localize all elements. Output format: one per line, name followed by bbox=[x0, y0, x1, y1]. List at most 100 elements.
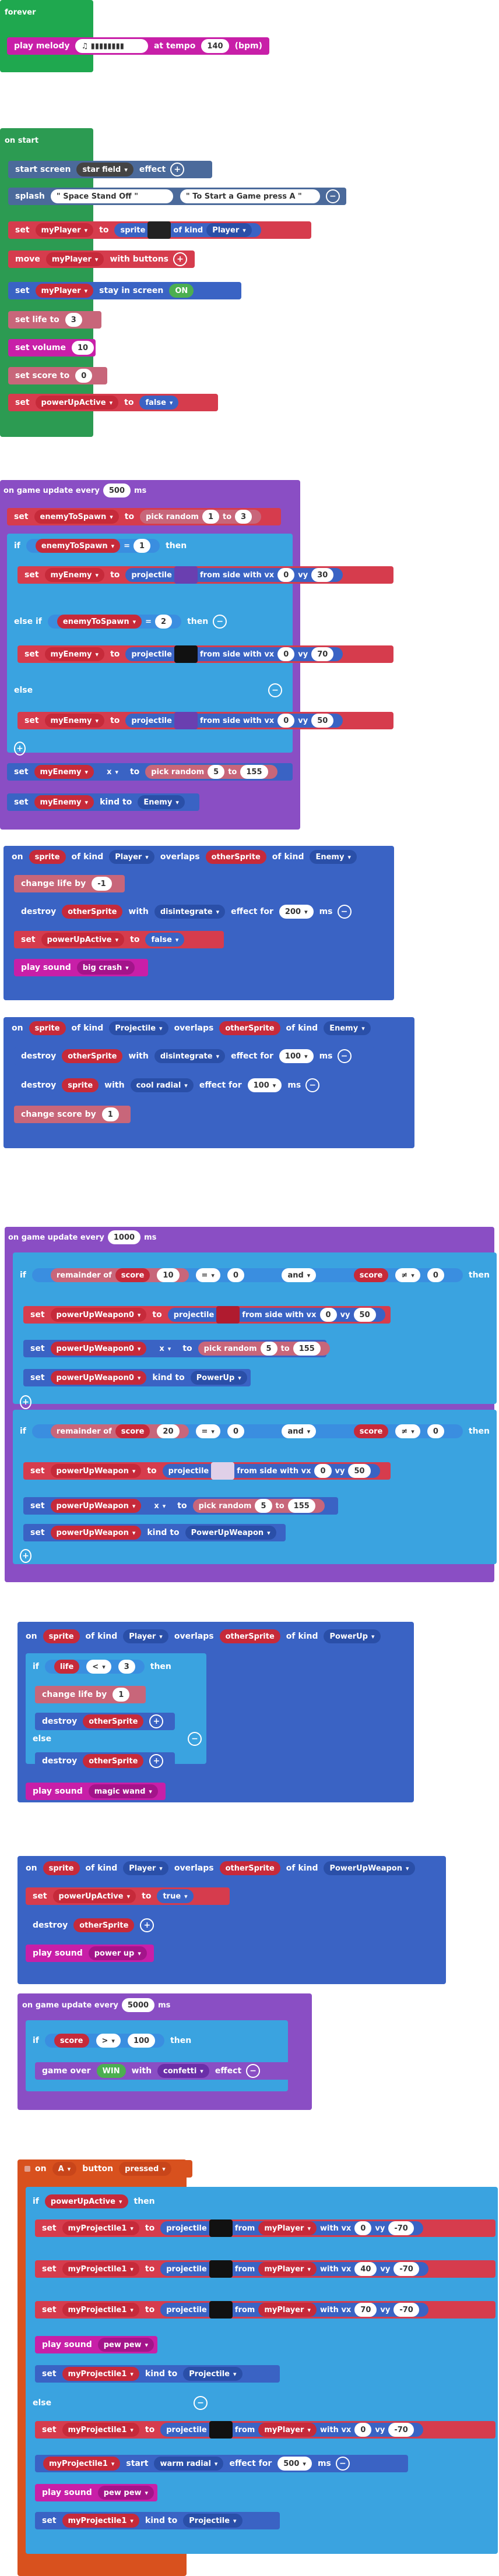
vy-input[interactable]: -70 bbox=[393, 2303, 419, 2317]
value-input[interactable]: 0 bbox=[227, 1268, 244, 1282]
kind-dropdown[interactable]: PowerUp bbox=[324, 1629, 381, 1643]
x-dropdown[interactable]: x bbox=[148, 1499, 172, 1513]
if-header[interactable]: if life <3 then bbox=[26, 1658, 206, 1675]
set-powerupweapon0-block[interactable]: set powerUpWeapon0 to projectile from sid… bbox=[23, 1306, 391, 1324]
vx-input[interactable]: 0 bbox=[277, 568, 295, 582]
start-effect-block[interactable]: myProjectile1 start warm radial effect f… bbox=[35, 2455, 408, 2472]
score-var[interactable]: score bbox=[353, 1424, 389, 1438]
set-myplayer-block[interactable]: set myPlayer to sprite of kindPlayer bbox=[8, 221, 311, 239]
pick-random-reporter[interactable]: pick random 5 to 155 bbox=[198, 1342, 330, 1356]
if-header[interactable]: if remainder ofscore10=0 and score≠0 the… bbox=[13, 1266, 497, 1284]
set-myprojectile1-kind-block[interactable]: set myProjectile1 kind to Projectile bbox=[35, 2512, 280, 2529]
destroy-block[interactable]: destroy otherSprite + bbox=[35, 1752, 175, 1770]
splash-subtitle-input[interactable]: " To Start a Game press A " bbox=[180, 189, 320, 203]
expand-plus-icon[interactable]: + bbox=[170, 163, 185, 177]
value-input[interactable]: 0 bbox=[227, 1424, 244, 1438]
value-input[interactable]: 2 bbox=[155, 615, 173, 629]
othersprite-param[interactable]: otherSprite bbox=[205, 850, 266, 864]
vy-input[interactable]: 50 bbox=[311, 714, 334, 728]
powerupweapon-var[interactable]: powerUpWeapon bbox=[50, 1526, 142, 1540]
random-min-input[interactable]: 5 bbox=[260, 1342, 277, 1356]
vx-input[interactable]: 0 bbox=[277, 647, 295, 661]
othersprite-param[interactable]: otherSprite bbox=[62, 905, 123, 919]
value-input[interactable]: 100 bbox=[127, 2034, 156, 2048]
win-toggle[interactable]: WIN bbox=[96, 2064, 126, 2078]
eq-op[interactable]: = bbox=[145, 617, 152, 626]
false-dropdown[interactable]: false bbox=[145, 933, 185, 947]
score-neq-cond[interactable]: score ≠ 0 bbox=[344, 1424, 454, 1438]
myplayer-var[interactable]: myPlayer bbox=[258, 2423, 317, 2437]
if-header[interactable]: if remainder ofscore20=0 and score≠0 the… bbox=[13, 1423, 497, 1440]
else-if-header[interactable]: else if enemyToSpawn=2 then − bbox=[7, 613, 287, 630]
myplayer-var[interactable]: myPlayer bbox=[35, 223, 94, 237]
splash-block[interactable]: splash " Space Stand Off " " To Start a … bbox=[8, 188, 346, 205]
myprojectile1-var[interactable]: myProjectile1 bbox=[62, 2423, 139, 2437]
sound-dropdown[interactable]: pew pew bbox=[97, 2338, 154, 2352]
game-over-block[interactable]: game over WIN with confetti effect − bbox=[35, 2062, 303, 2080]
duration-input[interactable]: 100 bbox=[279, 1049, 314, 1063]
set-myenemy-kind-block[interactable]: set myEnemy kind to Enemy bbox=[7, 793, 199, 811]
mod-input[interactable]: 10 bbox=[157, 1268, 180, 1282]
if-header[interactable]: if score >100 then bbox=[26, 2032, 288, 2049]
sprite-param[interactable]: sprite bbox=[43, 1629, 80, 1643]
value-input[interactable]: 1 bbox=[133, 539, 151, 553]
set-myprojectile1-block[interactable]: set myProjectile1 to projectile frommyPla… bbox=[35, 2260, 496, 2278]
play-melody-block[interactable]: play melody ♫ ▮▮▮▮▮▮▮▮ at tempo 140 (bpm… bbox=[7, 37, 269, 55]
othersprite-param[interactable]: otherSprite bbox=[83, 1754, 144, 1768]
heart-image-icon[interactable] bbox=[216, 1306, 240, 1324]
vy-input[interactable]: 30 bbox=[311, 568, 334, 582]
myplayer-var[interactable]: myPlayer bbox=[258, 2262, 317, 2276]
effect-dropdown[interactable]: disintegrate bbox=[154, 905, 226, 919]
projectile-reporter[interactable]: projectile from side with vx 0 vy 70 bbox=[125, 645, 343, 663]
add-plus-icon[interactable]: + bbox=[20, 1395, 31, 1409]
overlap-header[interactable]: on sprite of kind Player overlaps otherS… bbox=[19, 1628, 415, 1645]
score-delta-input[interactable]: 1 bbox=[101, 1107, 119, 1121]
life-delta-input[interactable]: 1 bbox=[113, 1688, 130, 1702]
collapse-minus-icon[interactable]: − bbox=[188, 1732, 202, 1746]
vx-input[interactable]: 70 bbox=[354, 2303, 377, 2317]
else-header[interactable]: else − bbox=[26, 1730, 206, 1748]
set-powerupweapon-kind-block[interactable]: set powerUpWeapon kind to PowerUpWeapon bbox=[23, 1524, 286, 1541]
set-enemytospawn-block[interactable]: set enemyToSpawn to pick random1to3 bbox=[7, 508, 281, 525]
value-input[interactable]: 0 bbox=[427, 1424, 444, 1438]
random-min-input[interactable]: 1 bbox=[202, 510, 219, 524]
score-neq-cond[interactable]: score ≠ 0 bbox=[344, 1268, 454, 1282]
effect-dropdown[interactable]: warm radial bbox=[154, 2457, 224, 2471]
othersprite-param[interactable]: otherSprite bbox=[219, 1629, 280, 1643]
effect-dropdown[interactable]: cool radial bbox=[130, 1078, 194, 1092]
splash-title-input[interactable]: " Space Stand Off " bbox=[50, 189, 173, 203]
kind-dropdown[interactable]: PowerUpWeapon bbox=[185, 1526, 276, 1540]
set-powerupactive-block[interactable]: set powerUpActive to false bbox=[8, 394, 218, 411]
collapse-minus-icon[interactable]: − bbox=[305, 1078, 320, 1092]
enemy-image-icon[interactable] bbox=[174, 645, 198, 663]
sprite-param[interactable]: sprite bbox=[43, 1861, 80, 1875]
tempo-input[interactable]: 140 bbox=[201, 39, 229, 53]
eq-op[interactable]: = bbox=[195, 1424, 220, 1438]
kind-dropdown[interactable]: Enemy bbox=[310, 850, 357, 864]
projectile-reporter[interactable]: projectile frommyPlayerwith vx70vy-70 bbox=[160, 2301, 428, 2319]
random-max-input[interactable]: 3 bbox=[235, 510, 252, 524]
sound-dropdown[interactable]: pew pew bbox=[97, 2486, 154, 2500]
set-powerupweapon0-x-block[interactable]: set powerUpWeapon0 x to pick random5to15… bbox=[23, 1340, 330, 1357]
set-myenemy-x-block[interactable]: set myEnemy x to pick random5to155 bbox=[7, 763, 293, 781]
collapse-minus-icon[interactable]: − bbox=[335, 2457, 350, 2471]
myenemy-var[interactable]: myEnemy bbox=[44, 714, 105, 728]
if-block[interactable] bbox=[26, 2020, 288, 2091]
overlap-header[interactable]: on sprite of kind Player overlaps otherS… bbox=[5, 848, 395, 866]
myplayer-var[interactable]: myPlayer bbox=[45, 252, 104, 266]
overlap-header[interactable]: on sprite of kind Projectile overlaps ot… bbox=[5, 1019, 416, 1037]
set-volume-block[interactable]: set volume 10 bbox=[8, 339, 96, 357]
vx-input[interactable]: 0 bbox=[277, 714, 295, 728]
random-max-input[interactable]: 155 bbox=[287, 1499, 315, 1513]
play-sound-block[interactable]: play sound big crash bbox=[14, 959, 148, 976]
myplayer-var[interactable]: myPlayer bbox=[258, 2221, 317, 2235]
and-condition[interactable]: remainder ofscore20=0 and score≠0 bbox=[31, 1424, 463, 1438]
kind-dropdown[interactable]: Projectile bbox=[183, 2367, 243, 2381]
set-life-block[interactable]: set life to 3 bbox=[8, 311, 101, 329]
vy-input[interactable]: -70 bbox=[393, 2262, 419, 2276]
projectile-image-icon[interactable] bbox=[209, 2260, 233, 2278]
score-var[interactable]: score bbox=[115, 1424, 150, 1438]
expand-plus-icon[interactable]: + bbox=[140, 1918, 154, 1932]
myenemy-var[interactable]: myEnemy bbox=[34, 765, 94, 779]
interval-input[interactable]: 5000 bbox=[121, 1998, 155, 2012]
